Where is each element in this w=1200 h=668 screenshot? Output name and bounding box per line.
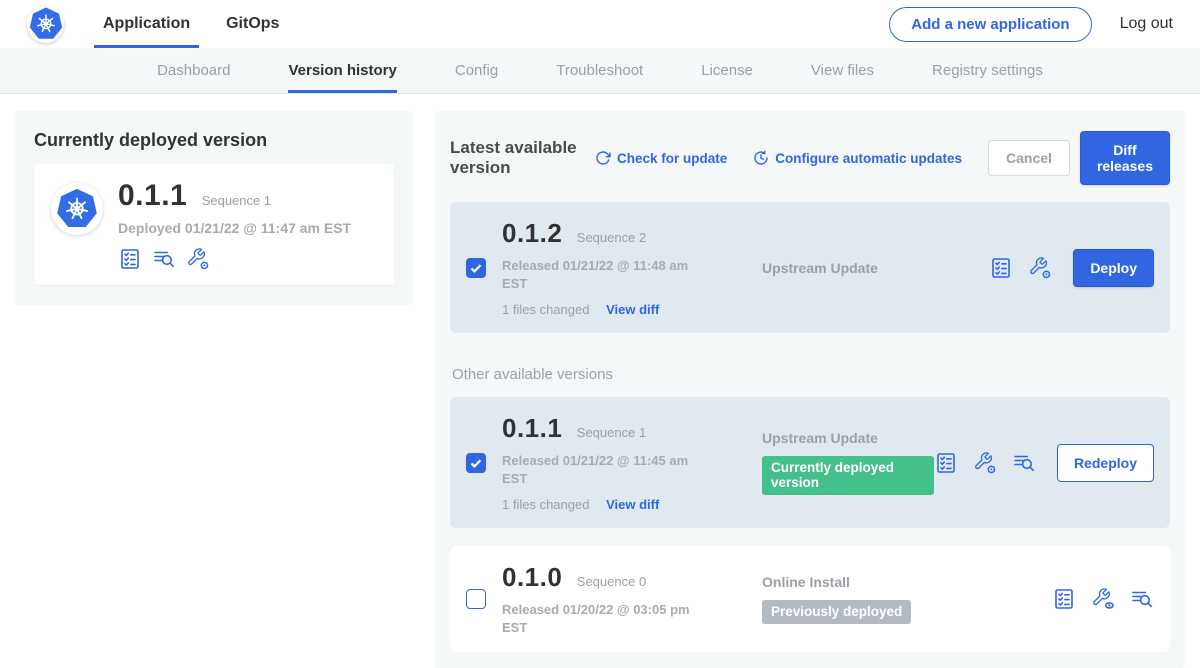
logout-button[interactable]: Log out bbox=[1120, 15, 1173, 33]
edit-config-icon[interactable] bbox=[186, 247, 210, 271]
version-row: 0.1.0 Sequence 0 Released 01/20/22 @ 03:… bbox=[450, 546, 1170, 652]
version-row: 0.1.1 Sequence 1 Released 01/21/22 @ 11:… bbox=[450, 397, 1170, 528]
currently-deployed-badge: Currently deployed version bbox=[762, 456, 934, 495]
kubernetes-logo-icon bbox=[27, 6, 64, 43]
version-source-label: Upstream Update bbox=[762, 260, 989, 276]
diff-releases-button[interactable]: Diff releases bbox=[1080, 131, 1170, 185]
check-for-update-link[interactable]: Check for update bbox=[595, 150, 727, 166]
tab-gitops[interactable]: GitOps bbox=[217, 0, 288, 48]
subnav-item-license[interactable]: License bbox=[701, 48, 753, 93]
version-checkbox[interactable] bbox=[466, 453, 486, 473]
preflight-checks-icon[interactable] bbox=[934, 451, 958, 475]
app-kubernetes-logo-icon bbox=[51, 183, 103, 235]
deployed-sequence-label: Sequence 1 bbox=[202, 193, 271, 208]
cancel-button[interactable]: Cancel bbox=[988, 140, 1070, 176]
other-versions-title: Other available versions bbox=[452, 366, 1170, 383]
sequence-label: Sequence 2 bbox=[577, 230, 646, 245]
version-source-label: Online Install bbox=[762, 574, 1052, 590]
version-checkbox[interactable] bbox=[466, 589, 486, 609]
subnav-item-config[interactable]: Config bbox=[455, 48, 498, 93]
redeploy-button[interactable]: Redeploy bbox=[1057, 444, 1154, 482]
files-changed-label: 1 files changed bbox=[502, 302, 589, 317]
version-history-panel: Latest available version Check for updat… bbox=[434, 111, 1186, 668]
view-diff-link[interactable]: View diff bbox=[606, 497, 659, 512]
configure-automatic-updates-link[interactable]: Configure automatic updates bbox=[753, 150, 962, 166]
refresh-icon bbox=[595, 150, 611, 166]
version-number: 0.1.0 bbox=[502, 562, 562, 592]
preflight-checks-icon[interactable] bbox=[989, 256, 1013, 280]
deployed-version-box: 0.1.1 Sequence 1 Deployed 01/21/22 @ 11:… bbox=[34, 164, 394, 285]
currently-deployed-card: Currently deployed version 0.1.1 Sequenc… bbox=[14, 111, 414, 305]
version-number: 0.1.1 bbox=[502, 413, 562, 443]
edit-config-icon[interactable] bbox=[973, 451, 997, 475]
view-config-icon[interactable] bbox=[1091, 587, 1115, 611]
sequence-label: Sequence 1 bbox=[577, 425, 646, 440]
subnav-item-view-files[interactable]: View files bbox=[811, 48, 874, 93]
released-timestamp: Released 01/20/22 @ 03:05 pm EST bbox=[502, 601, 702, 636]
sequence-label: Sequence 0 bbox=[577, 574, 646, 589]
edit-config-icon[interactable] bbox=[1028, 256, 1052, 280]
tab-application[interactable]: Application bbox=[94, 0, 199, 48]
version-checkbox[interactable] bbox=[466, 258, 486, 278]
deployed-timestamp: Deployed 01/21/22 @ 11:47 am EST bbox=[118, 220, 351, 236]
view-logs-icon[interactable] bbox=[1012, 451, 1036, 475]
released-timestamp: Released 01/21/22 @ 11:45 am EST bbox=[502, 452, 702, 487]
latest-available-title: Latest available version bbox=[450, 138, 579, 178]
deploy-button[interactable]: Deploy bbox=[1073, 249, 1154, 287]
files-changed-label: 1 files changed bbox=[502, 497, 589, 512]
view-logs-icon[interactable] bbox=[1130, 587, 1154, 611]
version-number: 0.1.2 bbox=[502, 218, 562, 248]
add-new-application-button[interactable]: Add a new application bbox=[889, 7, 1091, 42]
preflight-checks-icon[interactable] bbox=[118, 247, 142, 271]
view-logs-icon[interactable] bbox=[152, 247, 176, 271]
subnav-item-troubleshoot[interactable]: Troubleshoot bbox=[556, 48, 643, 93]
deployed-version-number: 0.1.1 bbox=[118, 179, 187, 212]
subnav-item-version-history[interactable]: Version history bbox=[288, 48, 396, 93]
version-source-label: Upstream Update bbox=[762, 430, 934, 446]
app-subnav: Dashboard Version history Config Trouble… bbox=[0, 48, 1200, 94]
schedule-update-icon bbox=[753, 150, 769, 166]
subnav-item-registry-settings[interactable]: Registry settings bbox=[932, 48, 1043, 93]
currently-deployed-title: Currently deployed version bbox=[34, 130, 394, 151]
subnav-item-dashboard[interactable]: Dashboard bbox=[157, 48, 230, 93]
released-timestamp: Released 01/21/22 @ 11:48 am EST bbox=[502, 257, 702, 292]
preflight-checks-icon[interactable] bbox=[1052, 587, 1076, 611]
top-nav: Application GitOps Add a new application… bbox=[0, 0, 1200, 48]
view-diff-link[interactable]: View diff bbox=[606, 302, 659, 317]
previously-deployed-badge: Previously deployed bbox=[762, 600, 911, 624]
version-row: 0.1.2 Sequence 2 Released 01/21/22 @ 11:… bbox=[450, 202, 1170, 333]
